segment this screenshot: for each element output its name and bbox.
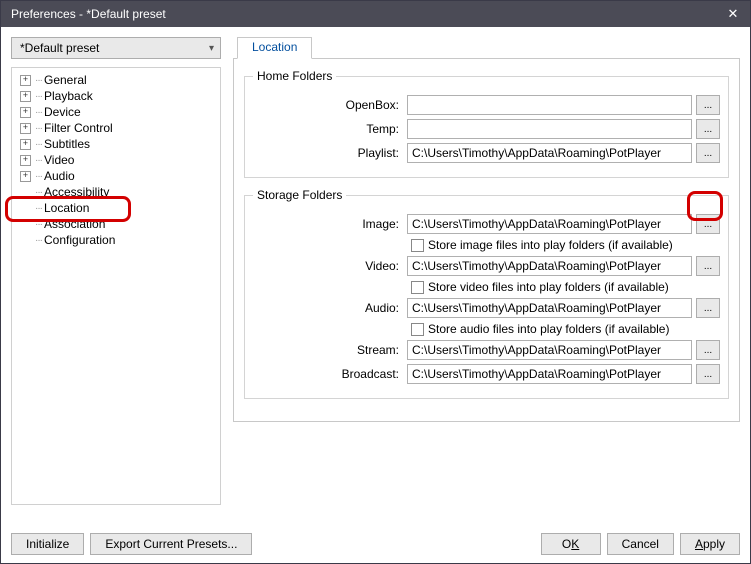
video-store-label: Store video files into play folders (if … xyxy=(428,280,669,294)
expand-icon[interactable]: + xyxy=(20,123,31,134)
storage-folders-group: Storage Folders Image: C:\Users\Timothy\… xyxy=(244,188,729,399)
export-presets-button[interactable]: Export Current Presets... xyxy=(90,533,252,555)
expand-icon[interactable]: + xyxy=(20,139,31,150)
temp-browse-button[interactable]: ... xyxy=(696,119,720,139)
tab-location[interactable]: Location xyxy=(237,37,312,59)
expand-icon[interactable]: + xyxy=(20,107,31,118)
audio-browse-button[interactable]: ... xyxy=(696,298,720,318)
playlist-browse-button[interactable]: ... xyxy=(696,143,720,163)
broadcast-browse-button[interactable]: ... xyxy=(696,364,720,384)
tree-item-general[interactable]: +···General xyxy=(14,72,218,88)
audio-label: Audio: xyxy=(253,301,403,315)
openbox-label: OpenBox: xyxy=(253,98,403,112)
temp-input[interactable] xyxy=(407,119,692,139)
audio-store-checkbox[interactable] xyxy=(411,323,424,336)
preset-dropdown[interactable]: *Default preset ▾ xyxy=(11,37,221,59)
image-store-label: Store image files into play folders (if … xyxy=(428,238,673,252)
home-folders-legend: Home Folders xyxy=(253,69,336,83)
stream-input[interactable]: C:\Users\Timothy\AppData\Roaming\PotPlay… xyxy=(407,340,692,360)
image-store-checkbox[interactable] xyxy=(411,239,424,252)
broadcast-label: Broadcast: xyxy=(253,367,403,381)
stream-label: Stream: xyxy=(253,343,403,357)
video-label: Video: xyxy=(253,259,403,273)
category-tree[interactable]: +···General +···Playback +···Device +···… xyxy=(11,67,221,505)
tree-item-playback[interactable]: +···Playback xyxy=(14,88,218,104)
titlebar: Preferences - *Default preset ✕ xyxy=(1,1,750,27)
playlist-label: Playlist: xyxy=(253,146,403,160)
tree-item-device[interactable]: +···Device xyxy=(14,104,218,120)
tree-item-association[interactable]: ···Association xyxy=(14,216,218,232)
tree-item-configuration[interactable]: ···Configuration xyxy=(14,232,218,248)
expand-icon[interactable]: + xyxy=(20,171,31,182)
broadcast-input[interactable]: C:\Users\Timothy\AppData\Roaming\PotPlay… xyxy=(407,364,692,384)
tab-bar: Location xyxy=(233,37,740,59)
video-store-checkbox[interactable] xyxy=(411,281,424,294)
image-browse-button[interactable]: ... xyxy=(696,214,720,234)
cancel-button[interactable]: Cancel xyxy=(607,533,674,555)
expand-icon[interactable]: + xyxy=(20,75,31,86)
image-input[interactable]: C:\Users\Timothy\AppData\Roaming\PotPlay… xyxy=(407,214,692,234)
expand-icon[interactable]: + xyxy=(20,155,31,166)
apply-button[interactable]: Apply xyxy=(680,533,740,555)
temp-label: Temp: xyxy=(253,122,403,136)
window-title: Preferences - *Default preset xyxy=(11,7,722,21)
tree-item-subtitles[interactable]: +···Subtitles xyxy=(14,136,218,152)
tree-item-filter-control[interactable]: +···Filter Control xyxy=(14,120,218,136)
close-button[interactable]: ✕ xyxy=(722,5,744,23)
image-label: Image: xyxy=(253,217,403,231)
tree-item-audio[interactable]: +···Audio xyxy=(14,168,218,184)
ok-button[interactable]: OK xyxy=(541,533,601,555)
stream-browse-button[interactable]: ... xyxy=(696,340,720,360)
openbox-input[interactable] xyxy=(407,95,692,115)
video-input[interactable]: C:\Users\Timothy\AppData\Roaming\PotPlay… xyxy=(407,256,692,276)
chevron-down-icon: ▾ xyxy=(209,43,214,54)
video-browse-button[interactable]: ... xyxy=(696,256,720,276)
expand-icon[interactable]: + xyxy=(20,91,31,102)
tree-item-accessibility[interactable]: ···Accessibility xyxy=(14,184,218,200)
tree-item-location[interactable]: ···Location xyxy=(14,200,218,216)
preset-selected-text: *Default preset xyxy=(20,41,209,55)
playlist-input[interactable]: C:\Users\Timothy\AppData\Roaming\PotPlay… xyxy=(407,143,692,163)
initialize-button[interactable]: Initialize xyxy=(11,533,84,555)
audio-input[interactable]: C:\Users\Timothy\AppData\Roaming\PotPlay… xyxy=(407,298,692,318)
storage-folders-legend: Storage Folders xyxy=(253,188,346,202)
close-icon: ✕ xyxy=(728,6,739,22)
audio-store-label: Store audio files into play folders (if … xyxy=(428,322,669,336)
location-pane: Home Folders OpenBox: ... Temp: ... xyxy=(233,58,740,422)
openbox-browse-button[interactable]: ... xyxy=(696,95,720,115)
tree-item-video[interactable]: +···Video xyxy=(14,152,218,168)
bottom-button-bar: Initialize Export Current Presets... OK … xyxy=(11,523,740,555)
preferences-window: Preferences - *Default preset ✕ *Default… xyxy=(0,0,751,564)
content-area: *Default preset ▾ +···General +···Playba… xyxy=(1,27,750,563)
home-folders-group: Home Folders OpenBox: ... Temp: ... xyxy=(244,69,729,178)
